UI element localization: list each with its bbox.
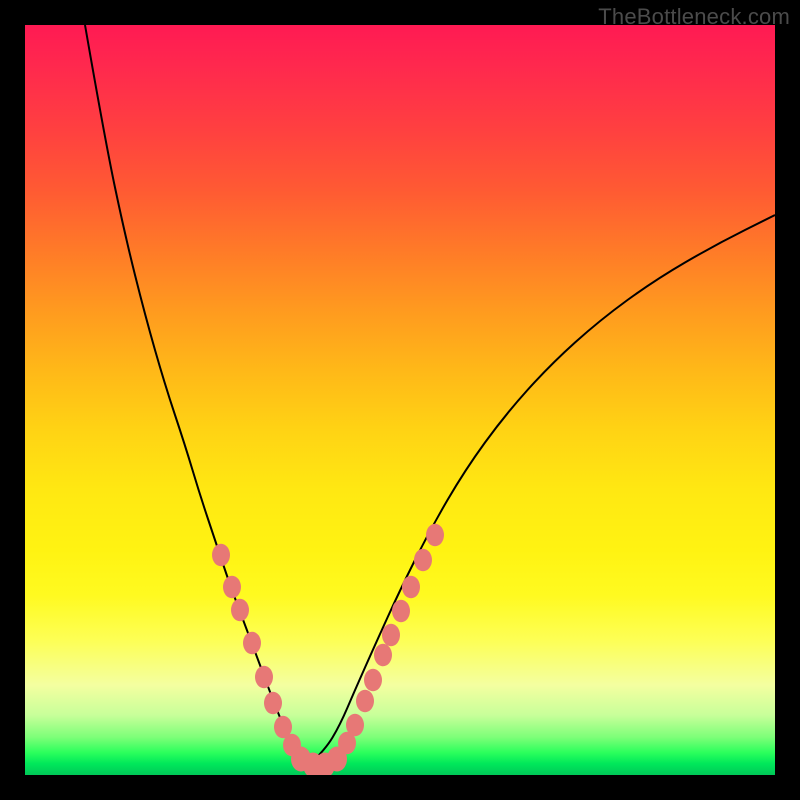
data-node <box>346 714 364 737</box>
data-node <box>223 576 241 599</box>
nodes-left <box>212 544 301 757</box>
bottleneck-left-curve <box>85 25 309 765</box>
plot-area <box>25 25 775 775</box>
data-node <box>392 600 410 623</box>
chart-overlay <box>25 25 775 775</box>
data-node <box>414 549 432 572</box>
data-node <box>402 576 420 599</box>
data-node <box>243 632 261 655</box>
data-node <box>382 624 400 647</box>
nodes-right <box>338 524 444 755</box>
data-node <box>264 692 282 715</box>
data-node <box>374 644 392 667</box>
data-node <box>426 524 444 547</box>
data-node <box>212 544 230 567</box>
data-node <box>356 690 374 713</box>
data-node <box>255 666 273 689</box>
nodes-bottom <box>291 747 347 776</box>
data-node <box>364 669 382 692</box>
data-node <box>231 599 249 622</box>
chart-frame: TheBottleneck.com <box>0 0 800 800</box>
